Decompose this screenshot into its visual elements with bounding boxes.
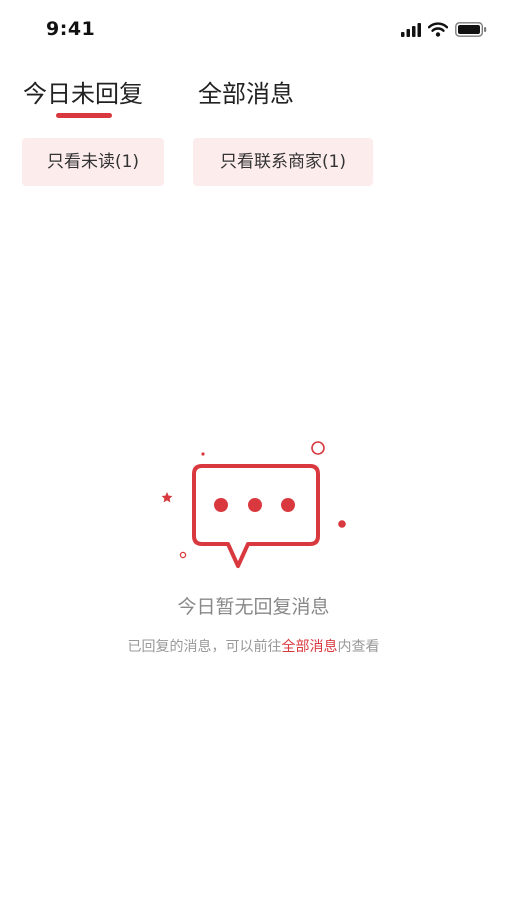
filter-contact-merchant-button[interactable]: 只看联系商家(1) bbox=[193, 138, 373, 186]
status-bar: 9:41 bbox=[0, 0, 507, 60]
empty-state-description: 已回复的消息，可以前往全部消息内查看 bbox=[0, 636, 507, 656]
active-tab-indicator bbox=[56, 113, 112, 118]
status-icons bbox=[401, 22, 487, 37]
status-time: 9:41 bbox=[46, 18, 96, 40]
empty-desc-prefix: 已回复的消息，可以前往 bbox=[127, 639, 282, 655]
filter-unread-only-button[interactable]: 只看未读(1) bbox=[22, 138, 164, 186]
wifi-icon bbox=[428, 22, 448, 37]
empty-chat-bubble-illustration bbox=[161, 441, 346, 568]
battery-icon bbox=[455, 22, 487, 37]
tab-today-unreplied[interactable]: 今日未回复 bbox=[23, 74, 143, 109]
signal-icon bbox=[401, 22, 421, 37]
empty-state-title: 今日暂无回复消息 bbox=[177, 596, 330, 618]
empty-desc-suffix: 内查看 bbox=[337, 639, 380, 655]
all-messages-link[interactable]: 全部消息 bbox=[282, 639, 338, 655]
tab-bar: 今日未回复 全部消息 bbox=[0, 60, 507, 130]
tab-all-messages[interactable]: 全部消息 bbox=[198, 74, 294, 109]
